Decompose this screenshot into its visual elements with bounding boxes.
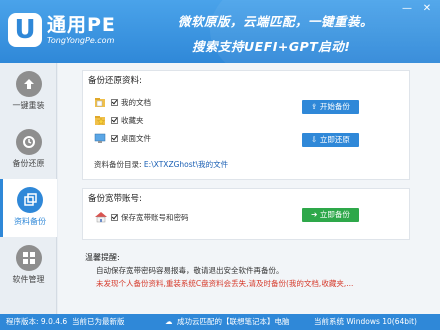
backup-restore-icon <box>15 129 42 155</box>
sidebar-item-backup-restore[interactable]: 备份还原 <box>0 121 57 179</box>
sidebar: 一键重装 备份还原 资料备份 软件管理 <box>0 63 57 314</box>
favorites-checkbox[interactable] <box>111 116 118 124</box>
sidebar-item-label: 一键重装 <box>12 101 45 110</box>
match-status-text: 成功云匹配的【联想笔记本】电脑 <box>177 317 290 326</box>
close-button[interactable]: ✕ <box>420 3 434 15</box>
restore-now-button[interactable]: ⇩ 立即还原 <box>302 133 359 147</box>
backup-section-title: 备份还原资料: <box>88 76 142 86</box>
minimize-button[interactable]: — <box>400 3 414 15</box>
broadband-label: 保存宽带账号和密码 <box>121 212 189 222</box>
broadband-checkbox[interactable] <box>111 213 118 221</box>
backup-now-label: 立即备份 <box>319 210 350 219</box>
backup-dir-label: 资料备份目录: <box>94 160 142 169</box>
notice-line-1: 自动保存宽带密码容易报毒，敬请退出安全软件再备份。 <box>96 266 284 275</box>
backup-now-button[interactable]: ➔ 立即备份 <box>302 208 359 222</box>
restore-now-label: 立即还原 <box>319 135 350 144</box>
sidebar-item-label: 软件管理 <box>12 275 45 284</box>
slogan-line-1: 微软原版，云端匹配，一键重装。 <box>178 14 374 29</box>
sidebar-item-data-backup[interactable]: 资料备份 <box>0 179 57 237</box>
backup-item-favorites[interactable]: 收藏夹 <box>94 114 144 126</box>
documents-label: 我的文档 <box>121 97 151 107</box>
documents-folder-icon <box>94 96 108 108</box>
slogan-line-2: 搜索支持UEFI+GPT启动! <box>192 39 351 54</box>
backup-item-documents[interactable]: 我的文档 <box>94 96 151 108</box>
start-backup-button[interactable]: ⇪ 开始备份 <box>302 100 359 114</box>
reinstall-icon <box>15 71 42 97</box>
broadband-item[interactable]: 保存宽带账号和密码 <box>94 211 189 223</box>
backup-dir-path[interactable]: E:\XTXZGhost\我的文件 <box>144 160 228 169</box>
sidebar-item-label: 资料备份 <box>14 217 46 226</box>
backup-item-desktop[interactable]: 桌面文件 <box>94 132 151 144</box>
notice-line-2: 未发现个人备份资料,重装系统C盘资料会丢失,请及时备份(我的文档,收藏夹,... <box>96 279 354 288</box>
favorites-label: 收藏夹 <box>121 115 144 125</box>
cloud-icon: ☁ <box>165 317 173 326</box>
app-name: 通用PE <box>47 14 116 36</box>
backup-dir-row: 资料备份目录: E:\XTXZGhost\我的文件 <box>94 159 228 170</box>
sidebar-item-reinstall[interactable]: 一键重装 <box>0 63 57 121</box>
app-url: TongYongPe.com <box>47 36 115 45</box>
os-text: 当前系统 Windows 10(64bit) <box>314 317 417 326</box>
sidebar-item-software[interactable]: 软件管理 <box>0 237 57 295</box>
network-house-icon <box>94 211 108 223</box>
broadband-panel: 备份宽带账号: 保存宽带账号和密码 ➔ 立即备份 <box>82 188 410 240</box>
backup-panel: 备份还原资料: 我的文档 收藏夹 桌面文件 ⇪ 开始备份 ⇩ 立即还原 资料备份… <box>82 70 410 180</box>
app-logo-icon: U <box>8 13 42 47</box>
start-backup-label: 开始备份 <box>319 102 350 111</box>
restore-arrow-icon: ⇩ <box>311 135 320 144</box>
desktop-label: 桌面文件 <box>121 133 151 143</box>
desktop-checkbox[interactable] <box>111 134 118 142</box>
main-content: 备份还原资料: 我的文档 收藏夹 桌面文件 ⇪ 开始备份 ⇩ 立即还原 资料备份… <box>58 63 440 314</box>
favorites-folder-icon <box>94 114 108 126</box>
desktop-icon <box>94 132 108 144</box>
backup-arrow-icon: ⇪ <box>311 102 320 111</box>
update-status-text: 当前已为最新版 <box>72 317 125 326</box>
broadband-section-title: 备份宽带账号: <box>88 194 142 204</box>
title-bar: U 通用PE TongYongPe.com 微软原版，云端匹配，一键重装。 搜索… <box>0 0 440 63</box>
sidebar-item-label: 备份还原 <box>12 159 45 168</box>
software-icon <box>15 245 42 271</box>
data-backup-icon <box>17 187 43 213</box>
backup-now-arrow-icon: ➔ <box>311 210 320 219</box>
version-text: 程序版本: 9.0.4.6 <box>6 317 68 326</box>
notice-title: 温馨提醒: <box>85 253 120 262</box>
status-bar: 程序版本: 9.0.4.6 当前已为最新版 ☁ 成功云匹配的【联想笔记本】电脑 … <box>0 314 440 330</box>
documents-checkbox[interactable] <box>111 98 118 106</box>
